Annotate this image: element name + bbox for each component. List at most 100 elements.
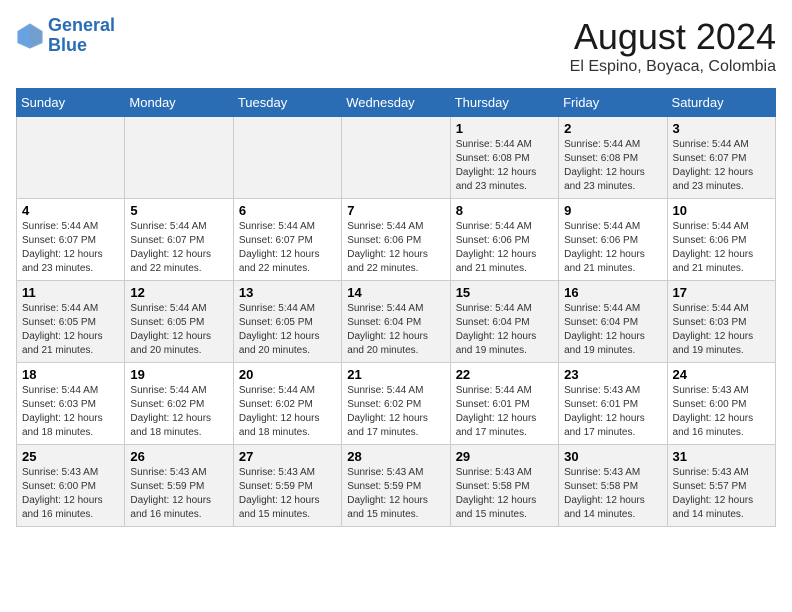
- calendar-cell: 24 Sunrise: 5:43 AM Sunset: 6:00 PM Dayli…: [667, 363, 775, 445]
- header-friday: Friday: [559, 89, 667, 117]
- day-info: Sunrise: 5:43 AM Sunset: 5:57 PM Dayligh…: [673, 466, 770, 522]
- day-info: Sunrise: 5:44 AM Sunset: 6:06 PM Dayligh…: [673, 220, 770, 276]
- day-info: Sunrise: 5:44 AM Sunset: 6:05 PM Dayligh…: [130, 302, 227, 358]
- day-info: Sunrise: 5:44 AM Sunset: 6:04 PM Dayligh…: [564, 302, 661, 358]
- calendar-cell: [17, 117, 125, 199]
- day-info: Sunrise: 5:44 AM Sunset: 6:02 PM Dayligh…: [239, 384, 336, 440]
- header: General Blue August 2024 El Espino, Boya…: [16, 16, 776, 76]
- day-number: 1: [456, 121, 553, 136]
- day-info: Sunrise: 5:44 AM Sunset: 6:02 PM Dayligh…: [347, 384, 444, 440]
- calendar-cell: 9Sunrise: 5:44 AM Sunset: 6:06 PM Daylig…: [559, 199, 667, 281]
- calendar-cell: 10 Sunrise: 5:44 AM Sunset: 6:06 PM Dayli…: [667, 199, 775, 281]
- day-info: Sunrise: 5:43 AM Sunset: 5:59 PM Dayligh…: [347, 466, 444, 522]
- day-number: 25: [22, 449, 119, 464]
- calendar-cell: 11 Sunrise: 5:44 AM Sunset: 6:05 PM Dayli…: [17, 281, 125, 363]
- day-info: Sunrise: 5:44 AM Sunset: 6:07 PM Dayligh…: [673, 138, 770, 194]
- calendar-cell: [342, 117, 450, 199]
- header-tuesday: Tuesday: [233, 89, 341, 117]
- calendar-cell: 19 Sunrise: 5:44 AM Sunset: 6:02 PM Dayli…: [125, 363, 233, 445]
- subtitle: El Espino, Boyaca, Colombia: [570, 58, 776, 76]
- day-number: 19: [130, 367, 227, 382]
- day-info: Sunrise: 5:43 AM Sunset: 6:01 PM Dayligh…: [564, 384, 661, 440]
- day-number: 2: [564, 121, 661, 136]
- calendar-cell: 29 Sunrise: 5:43 AM Sunset: 5:58 PM Dayli…: [450, 445, 558, 527]
- calendar-cell: 6Sunrise: 5:44 AM Sunset: 6:07 PM Daylig…: [233, 199, 341, 281]
- calendar-cell: 4 Sunrise: 5:44 AM Sunset: 6:07 PM Daylig…: [17, 199, 125, 281]
- day-number: 8: [456, 203, 553, 218]
- day-number: 11: [22, 285, 119, 300]
- day-number: 24: [673, 367, 770, 382]
- day-number: 3: [673, 121, 770, 136]
- week-row-5: 25 Sunrise: 5:43 AM Sunset: 6:00 PM Dayli…: [17, 445, 776, 527]
- day-number: 31: [673, 449, 770, 464]
- calendar-cell: 5 Sunrise: 5:44 AM Sunset: 6:07 PM Daylig…: [125, 199, 233, 281]
- calendar-cell: 12 Sunrise: 5:44 AM Sunset: 6:05 PM Dayli…: [125, 281, 233, 363]
- day-number: 7: [347, 203, 444, 218]
- day-number: 15: [456, 285, 553, 300]
- calendar-table: SundayMondayTuesdayWednesdayThursdayFrid…: [16, 88, 776, 527]
- day-number: 10: [673, 203, 770, 218]
- week-row-1: 1 Sunrise: 5:44 AM Sunset: 6:08 PM Daylig…: [17, 117, 776, 199]
- day-info: Sunrise: 5:44 AM Sunset: 6:06 PM Dayligh…: [347, 220, 444, 276]
- day-info: Sunrise: 5:44 AM Sunset: 6:06 PM Dayligh…: [456, 220, 553, 276]
- calendar-cell: 1Sunrise: 5:44 AM Sunset: 6:08 PM Daylig…: [450, 117, 558, 199]
- calendar-cell: 8 Sunrise: 5:44 AM Sunset: 6:06 PM Daylig…: [450, 199, 558, 281]
- header-saturday: Saturday: [667, 89, 775, 117]
- calendar-cell: 21Sunrise: 5:44 AM Sunset: 6:02 PM Dayli…: [342, 363, 450, 445]
- day-number: 27: [239, 449, 336, 464]
- calendar-cell: 13Sunrise: 5:44 AM Sunset: 6:05 PM Dayli…: [233, 281, 341, 363]
- calendar-cell: 26Sunrise: 5:43 AM Sunset: 5:59 PM Dayli…: [125, 445, 233, 527]
- day-info: Sunrise: 5:44 AM Sunset: 6:07 PM Dayligh…: [130, 220, 227, 276]
- day-info: Sunrise: 5:43 AM Sunset: 5:58 PM Dayligh…: [564, 466, 661, 522]
- week-row-4: 18 Sunrise: 5:44 AM Sunset: 6:03 PM Dayli…: [17, 363, 776, 445]
- day-info: Sunrise: 5:44 AM Sunset: 6:06 PM Dayligh…: [564, 220, 661, 276]
- day-info: Sunrise: 5:44 AM Sunset: 6:05 PM Dayligh…: [239, 302, 336, 358]
- calendar-cell: 15 Sunrise: 5:44 AM Sunset: 6:04 PM Dayli…: [450, 281, 558, 363]
- day-info: Sunrise: 5:44 AM Sunset: 6:07 PM Dayligh…: [22, 220, 119, 276]
- calendar-cell: 20 Sunrise: 5:44 AM Sunset: 6:02 PM Dayli…: [233, 363, 341, 445]
- title-area: August 2024 El Espino, Boyaca, Colombia: [570, 16, 776, 76]
- calendar-cell: [125, 117, 233, 199]
- calendar-cell: 25 Sunrise: 5:43 AM Sunset: 6:00 PM Dayli…: [17, 445, 125, 527]
- week-row-2: 4 Sunrise: 5:44 AM Sunset: 6:07 PM Daylig…: [17, 199, 776, 281]
- calendar-cell: 22Sunrise: 5:44 AM Sunset: 6:01 PM Dayli…: [450, 363, 558, 445]
- calendar-cell: 2 Sunrise: 5:44 AM Sunset: 6:08 PM Daylig…: [559, 117, 667, 199]
- day-number: 28: [347, 449, 444, 464]
- day-info: Sunrise: 5:43 AM Sunset: 5:58 PM Dayligh…: [456, 466, 553, 522]
- day-number: 12: [130, 285, 227, 300]
- calendar-cell: 7 Sunrise: 5:44 AM Sunset: 6:06 PM Daylig…: [342, 199, 450, 281]
- logo-icon: [16, 22, 44, 50]
- day-number: 20: [239, 367, 336, 382]
- day-info: Sunrise: 5:43 AM Sunset: 5:59 PM Dayligh…: [130, 466, 227, 522]
- day-info: Sunrise: 5:44 AM Sunset: 6:01 PM Dayligh…: [456, 384, 553, 440]
- calendar-cell: 30 Sunrise: 5:43 AM Sunset: 5:58 PM Dayli…: [559, 445, 667, 527]
- day-info: Sunrise: 5:44 AM Sunset: 6:04 PM Dayligh…: [347, 302, 444, 358]
- main-title: August 2024: [570, 16, 776, 58]
- day-number: 14: [347, 285, 444, 300]
- calendar-cell: 27Sunrise: 5:43 AM Sunset: 5:59 PM Dayli…: [233, 445, 341, 527]
- calendar-cell: 28 Sunrise: 5:43 AM Sunset: 5:59 PM Dayli…: [342, 445, 450, 527]
- day-info: Sunrise: 5:43 AM Sunset: 6:00 PM Dayligh…: [673, 384, 770, 440]
- day-number: 16: [564, 285, 661, 300]
- calendar-cell: 14 Sunrise: 5:44 AM Sunset: 6:04 PM Dayli…: [342, 281, 450, 363]
- day-info: Sunrise: 5:44 AM Sunset: 6:04 PM Dayligh…: [456, 302, 553, 358]
- day-info: Sunrise: 5:44 AM Sunset: 6:08 PM Dayligh…: [564, 138, 661, 194]
- calendar-cell: 17Sunrise: 5:44 AM Sunset: 6:03 PM Dayli…: [667, 281, 775, 363]
- calendar-header-row: SundayMondayTuesdayWednesdayThursdayFrid…: [17, 89, 776, 117]
- day-number: 18: [22, 367, 119, 382]
- header-sunday: Sunday: [17, 89, 125, 117]
- day-number: 4: [22, 203, 119, 218]
- day-info: Sunrise: 5:44 AM Sunset: 6:02 PM Dayligh…: [130, 384, 227, 440]
- calendar-cell: 3 Sunrise: 5:44 AM Sunset: 6:07 PM Daylig…: [667, 117, 775, 199]
- day-number: 30: [564, 449, 661, 464]
- calendar-cell: 16 Sunrise: 5:44 AM Sunset: 6:04 PM Dayli…: [559, 281, 667, 363]
- header-wednesday: Wednesday: [342, 89, 450, 117]
- day-info: Sunrise: 5:43 AM Sunset: 6:00 PM Dayligh…: [22, 466, 119, 522]
- day-info: Sunrise: 5:44 AM Sunset: 6:03 PM Dayligh…: [22, 384, 119, 440]
- calendar-cell: 18 Sunrise: 5:44 AM Sunset: 6:03 PM Dayli…: [17, 363, 125, 445]
- logo: General Blue: [16, 16, 115, 56]
- day-info: Sunrise: 5:44 AM Sunset: 6:05 PM Dayligh…: [22, 302, 119, 358]
- calendar-cell: [233, 117, 341, 199]
- day-number: 5: [130, 203, 227, 218]
- day-number: 29: [456, 449, 553, 464]
